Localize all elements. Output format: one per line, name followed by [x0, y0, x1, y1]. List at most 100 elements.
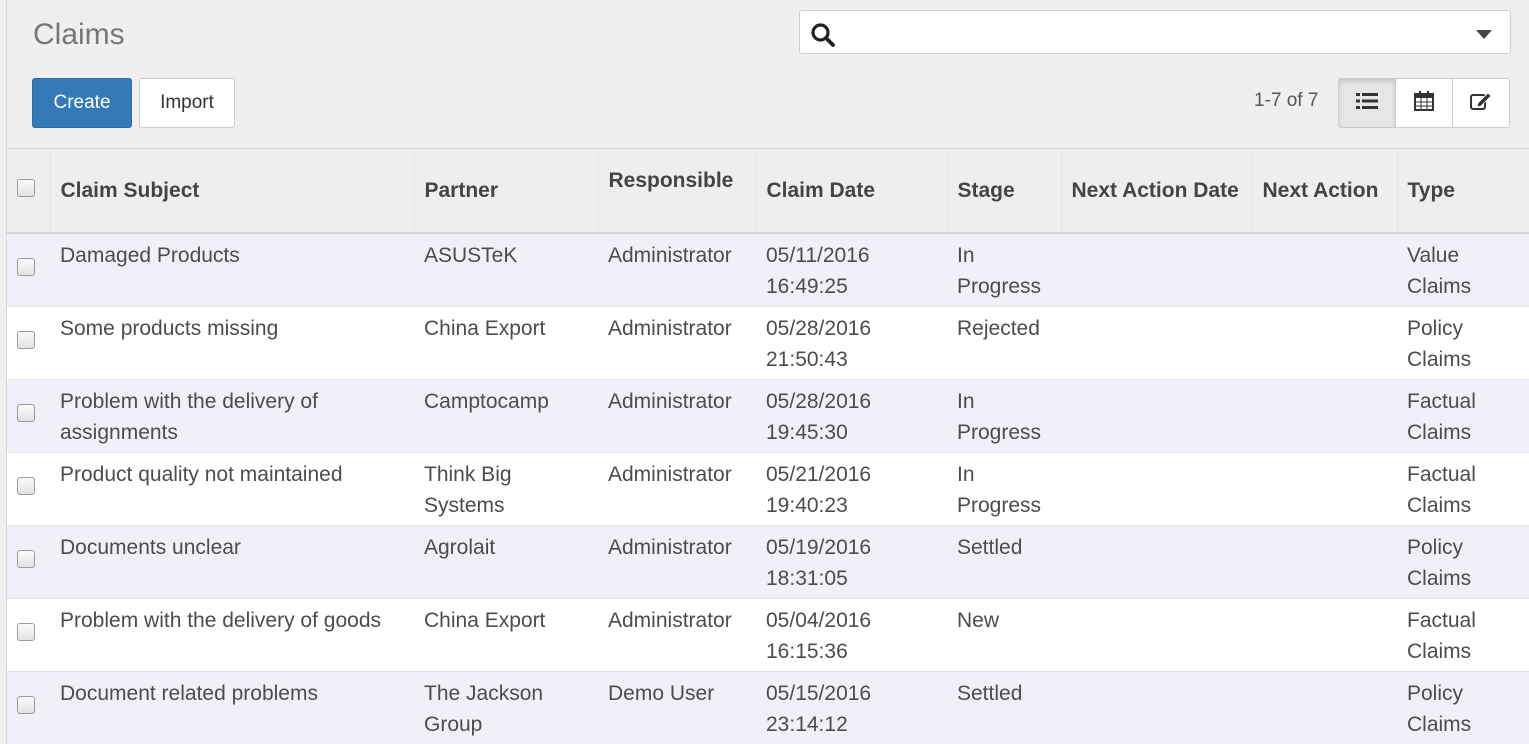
cell-claim-date: 05/04/2016 16:15:36 [756, 597, 947, 671]
page-title: Claims [33, 18, 125, 51]
cell-type: Factual Claims [1397, 451, 1529, 525]
row-select-cell [7, 305, 50, 379]
table-row[interactable]: Documents unclear Agrolait Administrator 05… [7, 524, 1529, 598]
row-select-cell [7, 451, 50, 525]
cell-next-action-date [1061, 378, 1252, 452]
cell-claim-date: 05/28/2016 21:50:43 [756, 305, 947, 379]
row-checkbox[interactable] [17, 331, 35, 349]
table-row[interactable]: Problem with the delivery of goods China … [7, 597, 1529, 671]
select-all-cell [7, 149, 50, 234]
cell-stage: In Progress [947, 451, 1061, 525]
table-row[interactable]: Document related problems The Jackson Gro… [7, 670, 1529, 744]
cell-next-action-date [1061, 597, 1252, 671]
search-input[interactable] [844, 17, 1468, 49]
cell-claim-subject: Problem with the delivery of goods [50, 597, 414, 671]
row-select-cell [7, 232, 50, 306]
claims-table: Claim Subject Partner Responsible Claim … [7, 149, 1529, 744]
list-icon [1356, 92, 1378, 115]
cell-next-action [1252, 305, 1397, 379]
column-header-claim-date[interactable]: Claim Date [755, 149, 947, 234]
column-header-stage[interactable]: Stage [946, 149, 1061, 234]
cell-claim-subject: Problem with the delivery of assignments [50, 378, 414, 452]
cell-next-action-date [1061, 524, 1252, 598]
column-header-claim-subject[interactable]: Claim Subject [49, 149, 414, 234]
row-select-cell [7, 670, 50, 744]
row-checkbox[interactable] [17, 477, 35, 495]
cell-next-action-date [1061, 305, 1252, 379]
calendar-view-button[interactable] [1395, 78, 1453, 128]
cell-stage: Settled [947, 670, 1061, 744]
cell-responsible: Administrator [598, 378, 756, 452]
cell-partner: Agrolait [414, 524, 598, 598]
search-options-toggle-icon[interactable] [1476, 30, 1492, 39]
column-header-responsible[interactable]: Responsible [597, 149, 756, 234]
row-checkbox[interactable] [17, 623, 35, 641]
select-all-checkbox[interactable] [17, 179, 35, 197]
row-checkbox[interactable] [17, 550, 35, 568]
cell-type: Policy Claims [1397, 670, 1529, 744]
cell-stage: Settled [947, 524, 1061, 598]
cell-responsible: Administrator [598, 524, 756, 598]
view-switcher [1338, 78, 1510, 128]
cell-next-action [1252, 451, 1397, 525]
table-row[interactable]: Damaged Products ASUSTeK Administrator 05/1… [7, 232, 1529, 306]
cell-claim-subject: Document related problems [50, 670, 414, 744]
row-checkbox[interactable] [17, 258, 35, 277]
cell-stage: Rejected [947, 305, 1061, 379]
calendar-icon [1414, 90, 1434, 116]
cell-stage: In Progress [947, 378, 1061, 452]
table-row[interactable]: Product quality not maintained Think Big … [7, 451, 1529, 525]
table-row[interactable]: Problem with the delivery of assignments… [7, 378, 1529, 452]
cell-next-action-date [1061, 670, 1252, 744]
row-select-cell [7, 524, 50, 598]
cell-claim-subject: Product quality not maintained [50, 451, 414, 525]
cell-responsible: Administrator [598, 597, 756, 671]
list-view-button[interactable] [1338, 78, 1396, 128]
form-view-button[interactable] [1452, 78, 1510, 128]
column-header-type[interactable]: Type [1396, 149, 1529, 234]
cell-claim-subject: Some products missing [50, 305, 414, 379]
edit-icon [1470, 91, 1492, 116]
row-select-cell [7, 597, 50, 671]
row-select-cell [7, 378, 50, 452]
cell-responsible: Demo User [598, 670, 756, 744]
table-row[interactable]: Some products missing China Export Adminis… [7, 305, 1529, 379]
cell-responsible: Administrator [598, 305, 756, 379]
cell-claim-date: 05/21/2016 19:40:23 [756, 451, 947, 525]
cell-next-action [1252, 232, 1397, 306]
control-panel: Claims Create Import 1-7 of 7 [7, 0, 1529, 149]
cell-responsible: Administrator [598, 232, 756, 306]
cell-claim-date: 05/15/2016 23:14:12 [756, 670, 947, 744]
pager-value[interactable]: 1-7 of 7 [1254, 90, 1318, 112]
cell-partner: China Export [414, 305, 598, 379]
cell-type: Policy Claims [1397, 305, 1529, 379]
cell-type: Factual Claims [1397, 597, 1529, 671]
create-button[interactable]: Create [32, 78, 132, 128]
cell-next-action [1252, 670, 1397, 744]
column-header-next-action[interactable]: Next Action [1251, 149, 1397, 234]
column-header-partner[interactable]: Partner [413, 149, 598, 234]
cell-partner: ASUSTeK [414, 232, 598, 306]
cell-type: Policy Claims [1397, 524, 1529, 598]
import-button[interactable]: Import [139, 78, 235, 128]
left-edge-divider [0, 0, 7, 744]
cell-next-action [1252, 597, 1397, 671]
cell-stage: New [947, 597, 1061, 671]
cell-partner: The Jackson Group [414, 670, 598, 744]
cell-next-action [1252, 524, 1397, 598]
column-header-next-action-date[interactable]: Next Action Date [1060, 149, 1252, 234]
search-bar[interactable] [799, 10, 1511, 54]
row-checkbox[interactable] [17, 696, 35, 715]
claims-list-page: Claims Create Import 1-7 of 7 Claim Subj… [0, 0, 1529, 744]
cell-partner: Camptocamp [414, 378, 598, 452]
cell-claim-date: 05/11/2016 16:49:25 [756, 232, 947, 306]
cell-next-action-date [1061, 451, 1252, 525]
cell-partner: Think Big Systems [414, 451, 598, 525]
cell-claim-date: 05/28/2016 19:45:30 [756, 378, 947, 452]
cell-responsible: Administrator [598, 451, 756, 525]
cell-type: Value Claims [1397, 232, 1529, 306]
cell-stage: In Progress [947, 232, 1061, 306]
cell-type: Factual Claims [1397, 378, 1529, 452]
row-checkbox[interactable] [17, 404, 35, 422]
table-header-row: Claim Subject Partner Responsible Claim … [7, 149, 1529, 234]
